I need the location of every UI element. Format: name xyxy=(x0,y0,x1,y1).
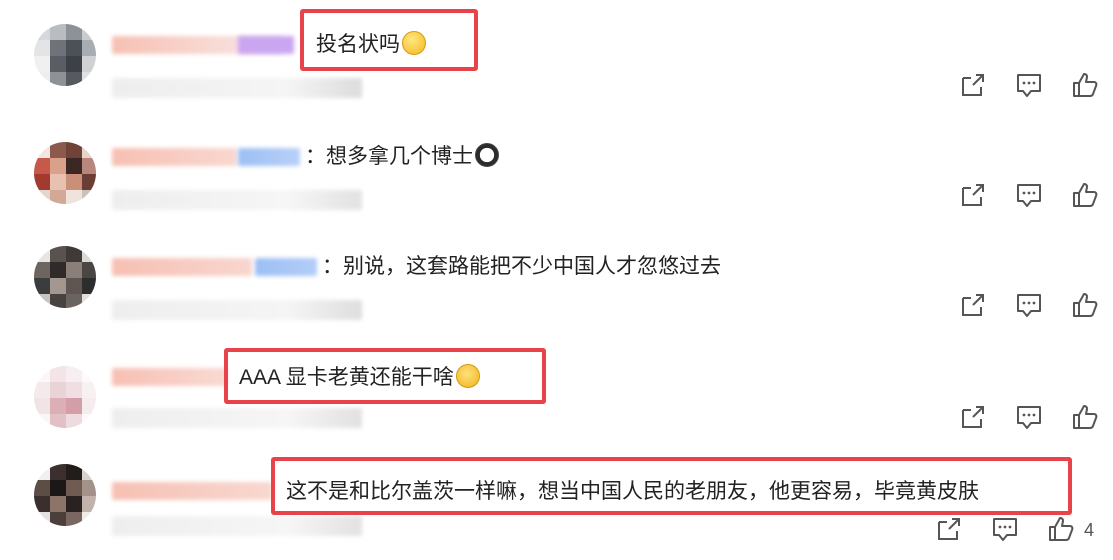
avatar[interactable] xyxy=(34,24,96,86)
user-badge xyxy=(238,36,294,54)
like-icon[interactable] xyxy=(1070,70,1100,100)
user-badge xyxy=(238,148,300,166)
comment-text: AAA 显卡老黄还能干啥 xyxy=(239,363,480,393)
share-icon[interactable] xyxy=(958,402,988,432)
comment-meta xyxy=(112,516,362,536)
share-icon[interactable] xyxy=(934,514,964,544)
comment-text: ：别说，这套路能把不少中国人才忽悠过去 xyxy=(322,252,721,282)
comment-text-content: 投名状吗 xyxy=(316,33,400,56)
username[interactable] xyxy=(112,148,237,166)
avatar[interactable] xyxy=(34,464,96,526)
comment-text: ：想多拿几个博士 xyxy=(305,142,499,172)
comment-icon[interactable] xyxy=(1014,290,1044,320)
username[interactable] xyxy=(112,368,227,386)
panda-emoji-icon xyxy=(475,143,499,167)
comment-meta xyxy=(112,190,362,210)
user-badge xyxy=(255,258,317,276)
comment-item-4: AAA 显卡老黄还能干啥 xyxy=(0,336,1113,448)
like-count: 4 xyxy=(1084,520,1095,540)
comment-item-1: 投名状吗 xyxy=(0,0,1113,112)
share-icon[interactable] xyxy=(958,180,988,210)
avatar[interactable] xyxy=(34,246,96,308)
thinking-emoji-icon xyxy=(455,364,480,388)
comment-icon[interactable] xyxy=(990,514,1020,544)
comment-icon[interactable] xyxy=(1014,402,1044,432)
comment-text-content: ：想多拿几个博士 xyxy=(305,145,473,168)
comment-item-2: ：想多拿几个博士 xyxy=(0,112,1113,224)
comment-text: 这不是和比尔盖茨一样嘛，想当中国人民的老朋友，他更容易，毕竟黄皮肤 xyxy=(286,477,979,507)
like-icon[interactable] xyxy=(1070,402,1100,432)
comment-meta xyxy=(112,300,362,320)
comment-meta xyxy=(112,408,362,428)
username[interactable] xyxy=(112,258,252,276)
comment-text-content: 这不是和比尔盖茨一样嘛，想当中国人民的老朋友，他更容易，毕竟黄皮肤 xyxy=(286,480,979,503)
comment-icon[interactable] xyxy=(1014,180,1044,210)
comment-text-content: AAA 显卡老黄还能干啥 xyxy=(239,366,454,389)
like-icon[interactable] xyxy=(1046,514,1076,544)
comment-item-3: ：别说，这套路能把不少中国人才忽悠过去 xyxy=(0,224,1113,336)
avatar[interactable] xyxy=(34,366,96,428)
comment-text-content: ：别说，这套路能把不少中国人才忽悠过去 xyxy=(322,255,721,278)
share-icon[interactable] xyxy=(958,290,988,320)
comment-meta xyxy=(112,78,362,98)
like-icon[interactable] xyxy=(1070,180,1100,210)
share-icon[interactable] xyxy=(958,70,988,100)
like-icon[interactable] xyxy=(1070,290,1100,320)
comment-text: 投名状吗 xyxy=(316,30,426,60)
username[interactable] xyxy=(112,482,272,500)
avatar[interactable] xyxy=(34,142,96,204)
smile-emoji-icon xyxy=(402,31,426,55)
comment-item-5: 这不是和比尔盖茨一样嘛，想当中国人民的老朋友，他更容易，毕竟黄皮肤 4 xyxy=(0,448,1113,560)
comment-icon[interactable] xyxy=(1014,70,1044,100)
